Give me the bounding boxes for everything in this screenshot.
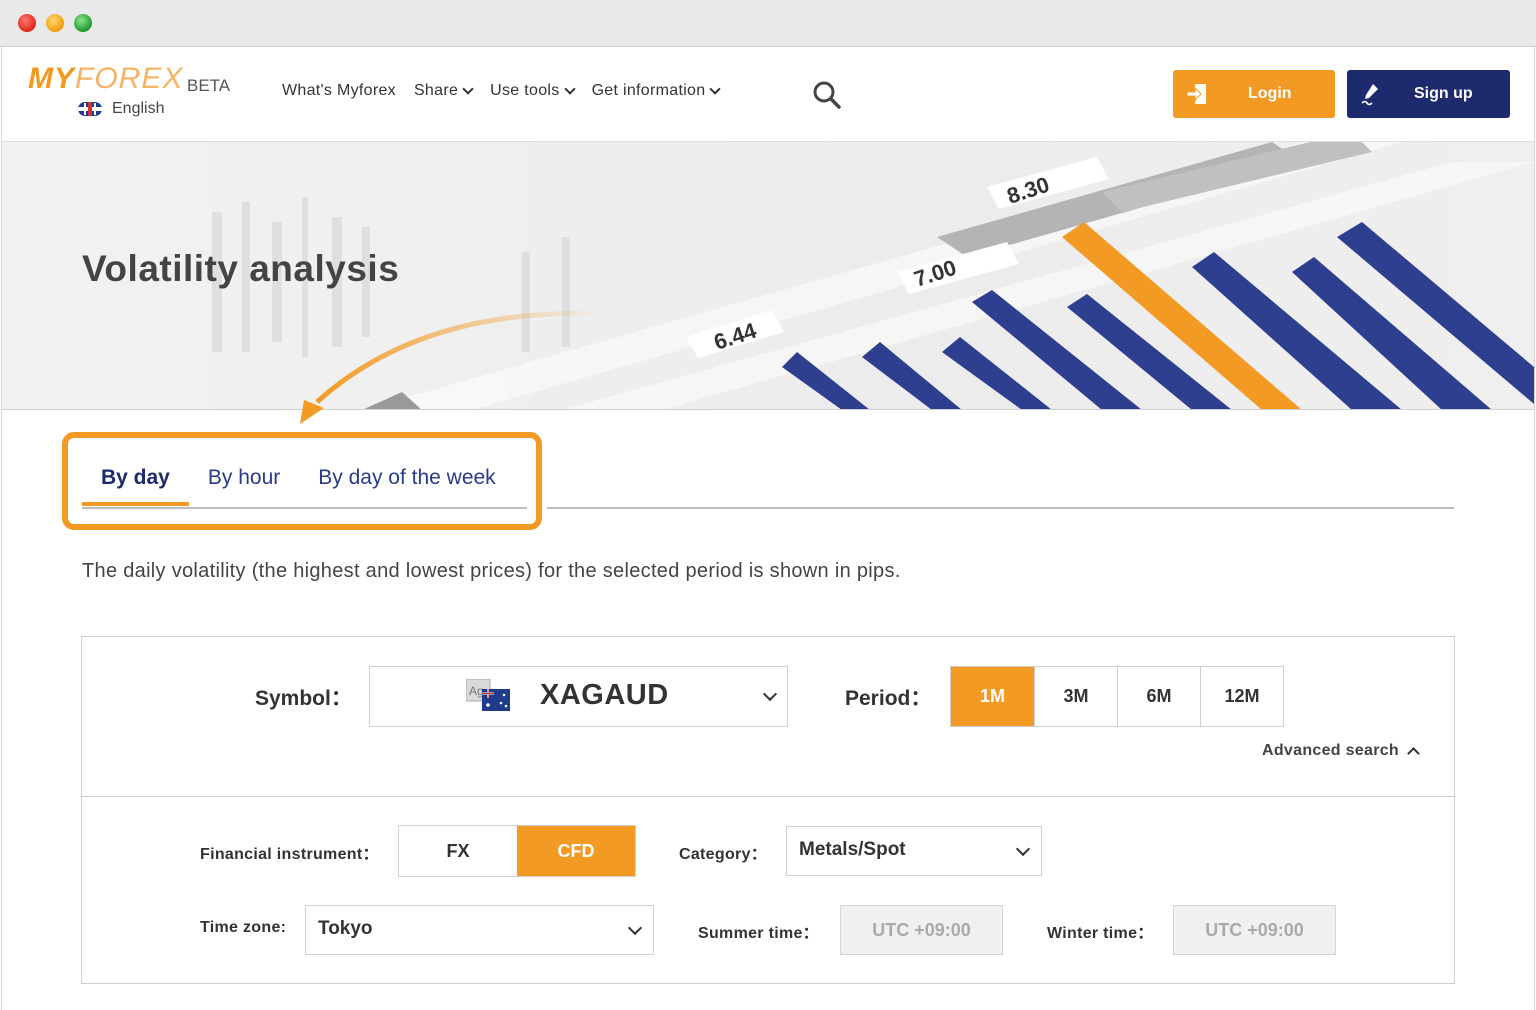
nav-label: What's Myforex	[282, 82, 396, 99]
search-icon[interactable]	[812, 80, 842, 110]
language-selector[interactable]: English	[78, 100, 164, 118]
main-nav: What's Myforex Share Use tools Get infor…	[282, 82, 722, 100]
chevron-down-icon	[627, 920, 643, 936]
timezone-value: Tokyo	[318, 918, 373, 939]
signup-button[interactable]: Sign up	[1347, 70, 1510, 118]
chevron-down-icon	[709, 83, 722, 95]
period-label: Period：	[845, 687, 932, 710]
winter-time-label: Winter time：	[1047, 925, 1154, 942]
nav-get-information[interactable]: Get information	[591, 82, 722, 100]
page-title: Volatility analysis	[82, 248, 400, 289]
minimize-window-button[interactable]	[46, 14, 64, 32]
tab-by-hour[interactable]: By hour	[189, 466, 299, 506]
symbol-select[interactable]: Ag XAGAUD	[369, 666, 788, 727]
signup-label: Sign up	[1414, 85, 1473, 102]
logo-bold-text: MY	[28, 62, 75, 95]
login-icon	[1186, 84, 1206, 104]
chevron-up-icon	[1407, 747, 1420, 760]
myforex-logo[interactable]: MYFOREX	[28, 62, 183, 96]
symbol-value: XAGAUD	[540, 679, 669, 711]
category-select[interactable]: Metals/Spot	[786, 826, 1042, 876]
login-button[interactable]: Login	[1173, 70, 1335, 118]
hero-badge-3: 8.30	[1004, 172, 1052, 209]
chevron-down-icon	[762, 686, 778, 702]
instrument-selector: FX CFD	[398, 825, 636, 877]
period-12m-button[interactable]: 12M	[1200, 667, 1283, 726]
uk-flag-icon	[78, 102, 102, 116]
login-label: Login	[1248, 85, 1292, 102]
nav-label: Share	[413, 82, 459, 99]
period-3m-button[interactable]: 3M	[1034, 667, 1117, 726]
close-window-button[interactable]	[18, 14, 36, 32]
instrument-cfd-button[interactable]: CFD	[517, 826, 635, 876]
hero-banner: 6.44 7.00 8.30 Volatility analysis	[2, 142, 1534, 410]
instrument-label: Financial instrument：	[200, 846, 379, 863]
nav-label: Use tools	[490, 82, 560, 99]
silver-flag-text: Ag	[469, 684, 484, 698]
language-label: English	[112, 100, 165, 117]
period-selector: 1M 3M 6M 12M	[950, 666, 1284, 727]
page-description: The daily volatility (the highest and lo…	[82, 560, 901, 582]
advanced-search-label: Advanced search	[1262, 742, 1400, 759]
nav-share[interactable]: Share	[413, 82, 474, 100]
panel-divider	[82, 796, 1454, 797]
category-label: Category：	[679, 846, 768, 863]
window-titlebar	[0, 0, 1536, 47]
tab-label: By hour	[207, 466, 281, 489]
logo-light-text: FOREX	[75, 62, 184, 95]
tab-label: By day of the week	[318, 466, 496, 489]
nav-label: Get information	[591, 82, 706, 99]
timezone-select[interactable]: Tokyo	[305, 905, 654, 955]
tab-by-day[interactable]: By day	[82, 466, 189, 506]
search-panel: Symbol： Ag XAGAUD Period： 1M 3M 6M 12M A…	[81, 636, 1455, 984]
beta-badge: BETA	[187, 76, 231, 95]
tab-label: By day	[101, 466, 170, 489]
chevron-down-icon	[462, 83, 474, 95]
period-1m-button[interactable]: 1M	[951, 667, 1034, 726]
silver-aud-flag-icon: Ag	[466, 679, 510, 711]
advanced-search-toggle[interactable]: Advanced search	[1262, 742, 1420, 760]
timezone-label: Time zone:	[200, 919, 287, 936]
period-6m-button[interactable]: 6M	[1117, 667, 1200, 726]
pen-sign-icon	[1361, 84, 1378, 106]
view-tabs: By day By hour By day of the week	[82, 466, 515, 506]
tab-by-day-of-week[interactable]: By day of the week	[299, 466, 514, 506]
site-header: MYFOREX BETA English What's Myforex Shar…	[2, 48, 1534, 142]
chevron-down-icon	[1015, 841, 1031, 857]
category-value: Metals/Spot	[799, 839, 906, 860]
maximize-window-button[interactable]	[74, 14, 92, 32]
nav-use-tools[interactable]: Use tools	[490, 82, 576, 100]
nav-whats-myforex[interactable]: What's Myforex	[282, 82, 396, 100]
arrow-head-icon	[300, 400, 324, 424]
chevron-down-icon	[563, 83, 576, 95]
winter-time-field: UTC +09:00	[1173, 905, 1336, 955]
summer-time-field: UTC +09:00	[840, 905, 1003, 955]
symbol-label: Symbol：	[255, 687, 352, 710]
summer-time-label: Summer time：	[698, 925, 819, 942]
instrument-fx-button[interactable]: FX	[399, 826, 517, 876]
